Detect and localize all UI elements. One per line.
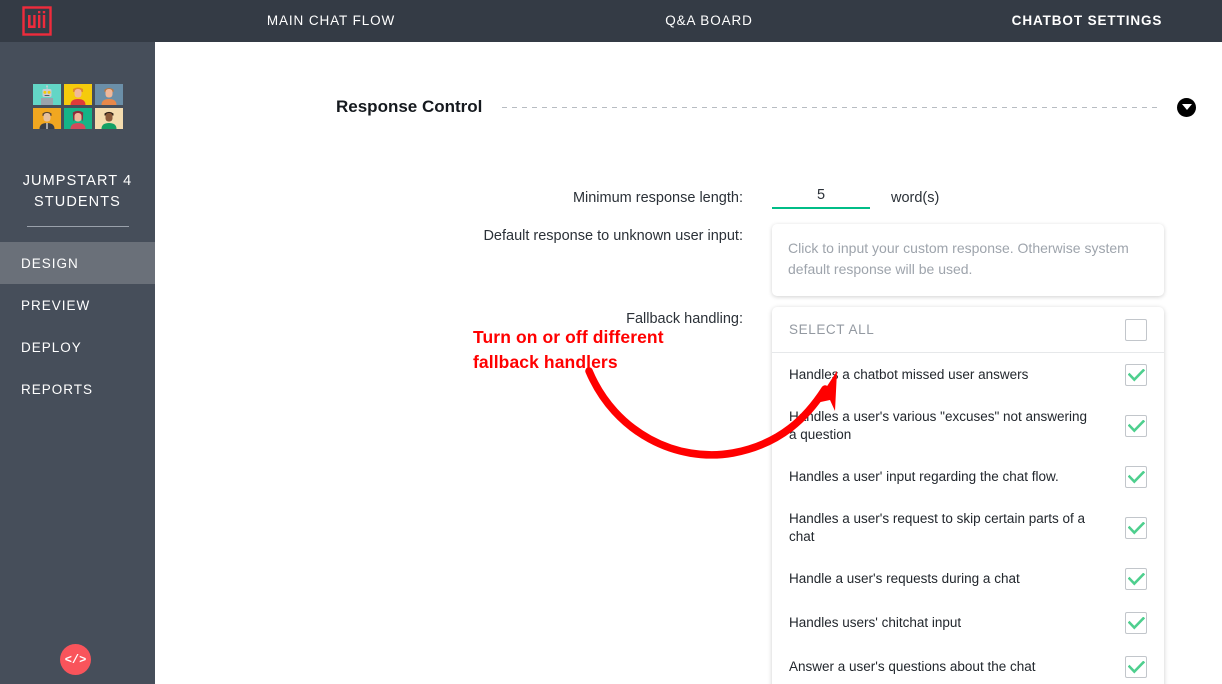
sidebar-item-reports[interactable]: REPORTS [0, 368, 155, 410]
handler-checkbox[interactable] [1125, 364, 1147, 386]
person-avatar-4 [63, 108, 92, 129]
select-all-checkbox[interactable] [1125, 318, 1147, 341]
chevron-down-icon[interactable] [1177, 97, 1196, 117]
handler-checkbox[interactable] [1125, 612, 1147, 634]
default-response-row: Default response to unknown user input: … [155, 224, 1166, 296]
person-avatar-3 [32, 108, 61, 129]
fallback-handling-label: Fallback handling: [626, 311, 743, 327]
handler-row-1[interactable]: Handles a user's various "excuses" not a… [772, 397, 1164, 455]
sidebar: JUMPSTART 4 STUDENTS DESIGN PREVIEW DEPL… [0, 42, 155, 684]
handler-row-4[interactable]: Handle a user's requests during a chat [772, 557, 1164, 601]
minimum-response-length-row: Minimum response length: word(s) [155, 187, 1166, 209]
top-bar: MAIN CHAT FLOW Q&A BOARD CHATBOT SETTING… [0, 0, 1222, 52]
handler-checkbox[interactable] [1125, 466, 1147, 488]
handler-label: Answer a user's questions about the chat [789, 659, 1036, 674]
app-root: MAIN CHAT FLOW Q&A BOARD CHATBOT SETTING… [0, 0, 1222, 684]
top-navigation: MAIN CHAT FLOW Q&A BOARD CHATBOT SETTING… [155, 0, 1222, 42]
select-all-label: SELECT ALL [789, 322, 875, 337]
person-avatar-5 [94, 108, 123, 129]
person-avatar-2 [94, 84, 123, 105]
handler-label: Handles a chatbot missed user answers [789, 367, 1029, 382]
fallback-handler-list: SELECT ALL Handles a chatbot missed user… [772, 307, 1164, 684]
tab-qa-board[interactable]: Q&A BOARD [665, 13, 753, 28]
tab-chatbot-settings[interactable]: CHATBOT SETTINGS [1012, 13, 1163, 28]
handler-row-0[interactable]: Handles a chatbot missed user answers [772, 353, 1164, 397]
sidebar-nav: DESIGN PREVIEW DEPLOY REPORTS [0, 242, 155, 410]
robot-avatar [32, 84, 61, 105]
default-response-input[interactable]: Click to input your custom response. Oth… [772, 224, 1164, 296]
chatbot-name: JUMPSTART 4 STUDENTS [22, 173, 133, 210]
code-view-button[interactable]: </> [60, 644, 91, 675]
section-dashed-divider [502, 106, 1159, 108]
handler-label: Handles users' chitchat input [789, 615, 962, 630]
annotation-text: Turn on or off different fallback handle… [473, 327, 664, 372]
tab-main-chat-flow[interactable]: MAIN CHAT FLOW [267, 13, 395, 28]
handler-row-2[interactable]: Handles a user' input regarding the chat… [772, 455, 1164, 499]
default-response-label: Default response to unknown user input: [483, 228, 743, 244]
minimum-response-length-unit: word(s) [891, 190, 940, 206]
chatbot-avatar-grid[interactable] [32, 84, 123, 129]
minimum-response-length-input[interactable] [772, 187, 870, 209]
logo-slot [0, 0, 155, 42]
page-title: Response Control [336, 97, 483, 116]
sidebar-item-deploy[interactable]: DEPLOY [0, 326, 155, 368]
handler-label: Handles a user' input regarding the chat… [789, 469, 1059, 484]
handler-row-6[interactable]: Answer a user's questions about the chat [772, 645, 1164, 684]
main-content: Response Control Minimum response length… [155, 42, 1222, 684]
select-all-row[interactable]: SELECT ALL [772, 307, 1164, 353]
handler-checkbox[interactable] [1125, 415, 1147, 437]
handler-label: Handles a user's various "excuses" not a… [789, 409, 1088, 442]
handler-label: Handles a user's request to skip certain… [789, 511, 1085, 544]
handler-label: Handle a user's requests during a chat [789, 571, 1020, 586]
sidebar-item-design[interactable]: DESIGN [0, 242, 155, 284]
sidebar-item-preview[interactable]: PREVIEW [0, 284, 155, 326]
handler-row-5[interactable]: Handles users' chitchat input [772, 601, 1164, 645]
handler-checkbox[interactable] [1125, 517, 1147, 539]
minimum-response-length-label: Minimum response length: [572, 190, 743, 206]
handler-checkbox[interactable] [1125, 656, 1147, 678]
person-avatar-1 [63, 84, 92, 105]
juji-logo-icon[interactable] [22, 6, 52, 36]
sidebar-divider [26, 226, 129, 227]
handler-row-3[interactable]: Handles a user's request to skip certain… [772, 499, 1164, 557]
handler-checkbox[interactable] [1125, 568, 1147, 590]
section-header: Response Control [336, 94, 1196, 120]
